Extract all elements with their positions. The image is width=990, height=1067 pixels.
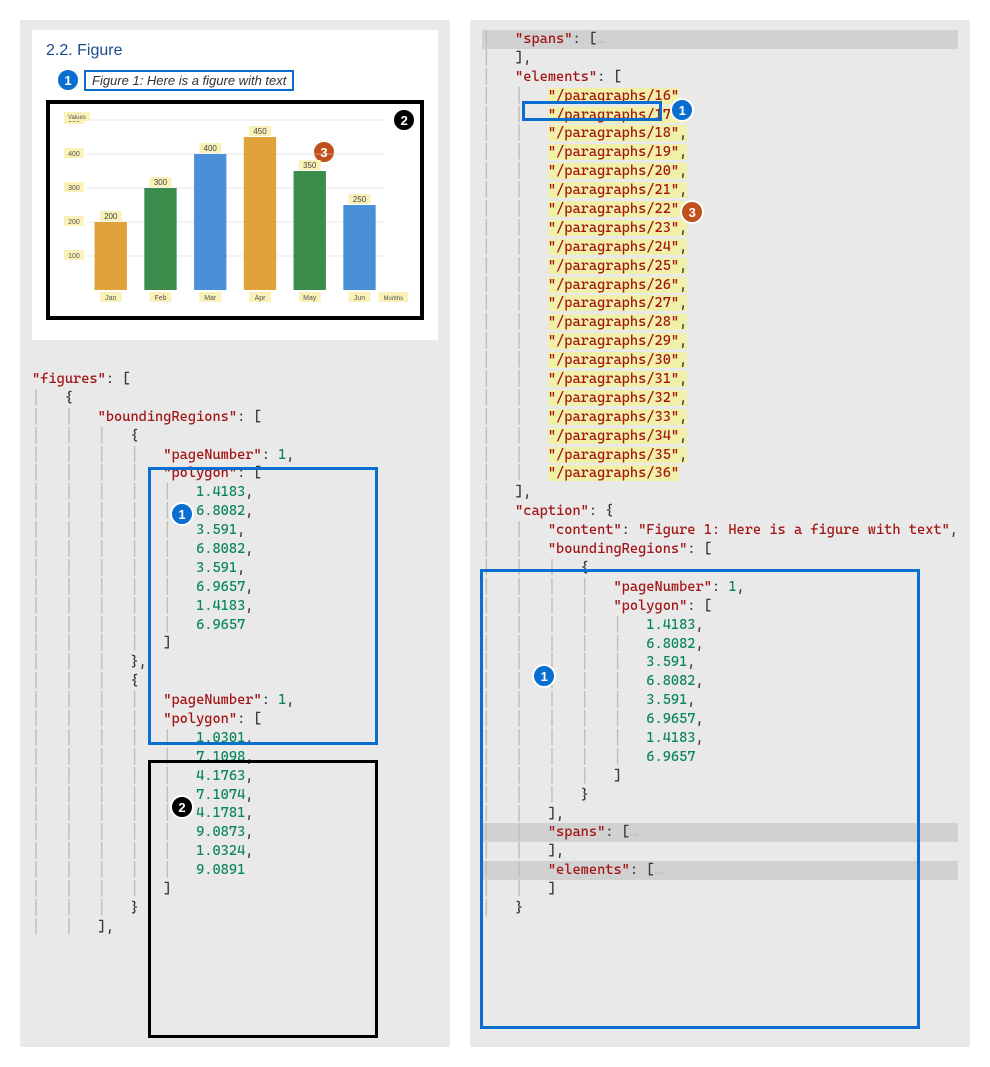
caption-row: 1 Figure 1: Here is a figure with text <box>56 68 424 92</box>
svg-text:Values: Values <box>68 115 86 121</box>
right-panel: │ "spans": […│ ],│ "elements": [│ │ "/pa… <box>470 20 970 1047</box>
svg-text:300: 300 <box>154 178 168 187</box>
svg-text:350: 350 <box>303 161 317 170</box>
svg-text:Jun: Jun <box>354 295 365 302</box>
left-panel: 2.2. Figure 1 Figure 1: Here is a figure… <box>20 20 450 1047</box>
svg-text:Months: Months <box>384 296 404 302</box>
svg-text:Feb: Feb <box>154 295 166 302</box>
chart-frame: 2 3 100200300400500Values200Jan300Feb400… <box>46 100 424 320</box>
diagram-canvas: 2.2. Figure 1 Figure 1: Here is a figure… <box>0 0 990 1067</box>
svg-text:250: 250 <box>353 195 367 204</box>
elements-caption-json-snippet: │ "spans": […│ ],│ "elements": [│ │ "/pa… <box>482 30 958 918</box>
svg-text:Jan: Jan <box>105 295 116 302</box>
figure-section-heading: 2.2. Figure <box>46 42 424 60</box>
bar-chart: 100200300400500Values200Jan300Feb400Mar4… <box>56 110 414 310</box>
svg-text:May: May <box>303 295 317 302</box>
figures-json-snippet: "figures": [│ {│ │ "boundingRegions": [│… <box>32 370 438 937</box>
annotation-badge-2-code: 2 <box>170 795 194 819</box>
svg-text:400: 400 <box>68 151 80 158</box>
svg-text:Mar: Mar <box>204 295 217 302</box>
svg-text:200: 200 <box>104 212 118 221</box>
svg-text:Apr: Apr <box>255 295 266 302</box>
svg-text:450: 450 <box>253 127 267 136</box>
svg-text:400: 400 <box>204 144 218 153</box>
annotation-badge-1-code: 1 <box>170 502 194 526</box>
svg-text:200: 200 <box>68 219 80 226</box>
figure-caption-box: Figure 1: Here is a figure with text <box>84 70 294 91</box>
annotation-badge-1: 1 <box>56 68 80 92</box>
figure-preview-card: 2.2. Figure 1 Figure 1: Here is a figure… <box>32 30 438 340</box>
svg-text:100: 100 <box>68 253 80 260</box>
svg-text:300: 300 <box>68 185 80 192</box>
